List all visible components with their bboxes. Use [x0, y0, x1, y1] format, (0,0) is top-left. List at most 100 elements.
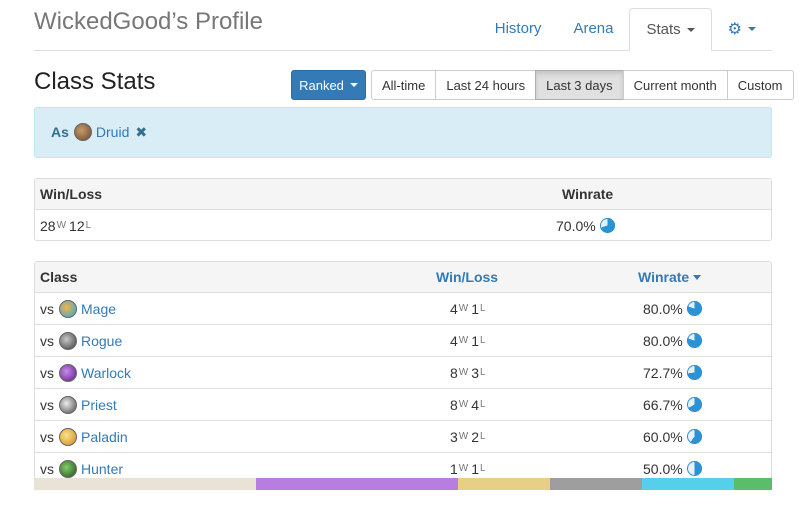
settings-menu[interactable]: ⚙ — [712, 8, 772, 49]
mage-icon — [59, 299, 77, 318]
class-link-warlock[interactable]: Warlock — [81, 365, 131, 381]
row-losses: 3 — [471, 364, 480, 381]
winrate-cell: 80.0% — [643, 293, 702, 324]
class-cell: vs Paladin — [40, 421, 128, 452]
vs-label: vs — [40, 428, 54, 445]
class-link-rogue[interactable]: Rogue — [81, 333, 122, 349]
class-cell: vs Mage — [40, 293, 116, 324]
summary-winloss: 28 W 12 L — [40, 210, 94, 240]
tab-history[interactable]: History — [479, 8, 558, 49]
winrate-header-label: Winrate — [638, 269, 690, 285]
row-losses: 4 — [471, 396, 480, 413]
winloss-cell: 8W4L — [450, 389, 489, 420]
class-link-paladin[interactable]: Paladin — [81, 429, 128, 445]
page-title: Class Stats — [34, 68, 156, 95]
row-winrate: 72.7% — [643, 364, 683, 381]
winloss-cell: 8W3L — [450, 357, 489, 388]
row-wins: 3 — [450, 428, 458, 445]
distribution-segment-druid — [34, 478, 256, 490]
vs-label: vs — [40, 396, 54, 413]
tab-arena[interactable]: Arena — [557, 8, 629, 49]
rogue-icon — [59, 331, 77, 350]
summary-header: Win/Loss Winrate — [35, 179, 771, 210]
chevron-down-icon — [748, 26, 756, 31]
summary-winrate-header: Winrate — [562, 186, 614, 202]
winloss-cell: 4W1L — [450, 293, 489, 324]
profile-header: WickedGood’s Profile History Arena Stats… — [34, 0, 772, 51]
hunter-icon — [59, 459, 77, 478]
range-custom-button[interactable]: Custom — [726, 70, 794, 100]
tab-arena-label: Arena — [573, 20, 614, 37]
row-wins: 8 — [450, 364, 458, 381]
class-filter-alert: As Druid ✖ — [34, 107, 772, 158]
class-cell: vs Warlock — [40, 357, 131, 388]
distribution-segment-priest — [550, 478, 642, 490]
losses-suffix: L — [480, 431, 486, 442]
row-winrate: 80.0% — [643, 300, 683, 317]
losses-suffix: L — [480, 463, 486, 474]
distribution-segment-hunter — [734, 478, 772, 490]
range-last-24-hours-button[interactable]: Last 24 hours — [435, 70, 537, 100]
range-current-month-button[interactable]: Current month — [622, 70, 728, 100]
row-wins: 8 — [450, 396, 458, 413]
class-table-header: Class Win/Loss Winrate — [35, 262, 771, 293]
filter-class-link[interactable]: Druid — [96, 124, 129, 140]
profile-tabs: History Arena Stats ⚙ — [479, 8, 772, 51]
row-wins: 1 — [450, 460, 458, 477]
range-all-time-button[interactable]: All-time — [371, 70, 437, 100]
tab-stats[interactable]: Stats — [629, 8, 712, 51]
row-wins: 4 — [450, 300, 458, 317]
vs-label: vs — [40, 364, 54, 381]
wins-suffix: W — [56, 220, 67, 231]
winrate-cell: 80.0% — [643, 325, 702, 356]
losses-suffix: L — [480, 335, 486, 346]
row-winrate: 80.0% — [643, 332, 683, 349]
mode-dropdown-button[interactable]: Ranked — [291, 70, 366, 100]
summary-winrate: 70.0% — [556, 210, 615, 240]
class-cell: vs Rogue — [40, 325, 122, 356]
class-link-mage[interactable]: Mage — [81, 301, 116, 317]
class-column-header: Class — [40, 269, 78, 285]
distribution-segment-paladin — [458, 478, 550, 490]
wins-suffix: W — [458, 303, 469, 314]
row-wins: 4 — [450, 332, 458, 349]
winrate-cell: 72.7% — [643, 357, 702, 388]
row-losses: 1 — [471, 300, 480, 317]
losses-suffix: L — [480, 399, 486, 410]
chevron-down-icon — [686, 27, 695, 32]
winloss-cell: 4W1L — [450, 325, 489, 356]
priest-icon — [59, 395, 77, 414]
distribution-segment-warlock — [256, 478, 458, 490]
summary-row: 28 W 12 L 70.0% — [35, 210, 771, 240]
summary-table: Win/Loss Winrate 28 W 12 L 70.0% — [34, 178, 772, 241]
winrate-pie-icon — [686, 397, 702, 412]
vs-label: vs — [40, 332, 54, 349]
summary-wins: 28 — [40, 217, 56, 234]
sort-desc-icon — [693, 274, 702, 280]
class-link-hunter[interactable]: Hunter — [81, 461, 123, 477]
wins-suffix: W — [458, 399, 469, 410]
chevron-down-icon — [349, 83, 358, 87]
time-range-group: All-time Last 24 hours Last 3 days Curre… — [371, 70, 794, 100]
losses-suffix: L — [85, 220, 92, 231]
gear-icon: ⚙ — [727, 20, 742, 38]
losses-suffix: L — [480, 367, 486, 378]
winrate-cell: 66.7% — [643, 389, 702, 420]
class-cell: vs Priest — [40, 389, 117, 420]
losses-suffix: L — [480, 303, 486, 314]
table-row: vs Mage 4 W 1 L 80.0% — [35, 293, 771, 324]
mode-label: Ranked — [299, 77, 344, 93]
winrate-pie-icon — [686, 333, 702, 348]
distribution-segment-mage — [642, 478, 734, 490]
druid-icon — [73, 123, 92, 141]
row-winrate: 50.0% — [643, 460, 683, 477]
winloss-sort-header[interactable]: Win/Loss — [436, 262, 498, 292]
class-link-priest[interactable]: Priest — [81, 397, 117, 413]
winrate-sort-header[interactable]: Winrate — [638, 262, 702, 292]
row-winrate: 60.0% — [643, 428, 683, 445]
winrate-pie-icon — [686, 301, 702, 316]
class-distribution-bar — [34, 478, 772, 490]
tab-stats-label: Stats — [646, 21, 681, 38]
range-last-3-days-button[interactable]: Last 3 days — [535, 70, 624, 100]
remove-filter-icon[interactable]: ✖ — [135, 124, 147, 141]
